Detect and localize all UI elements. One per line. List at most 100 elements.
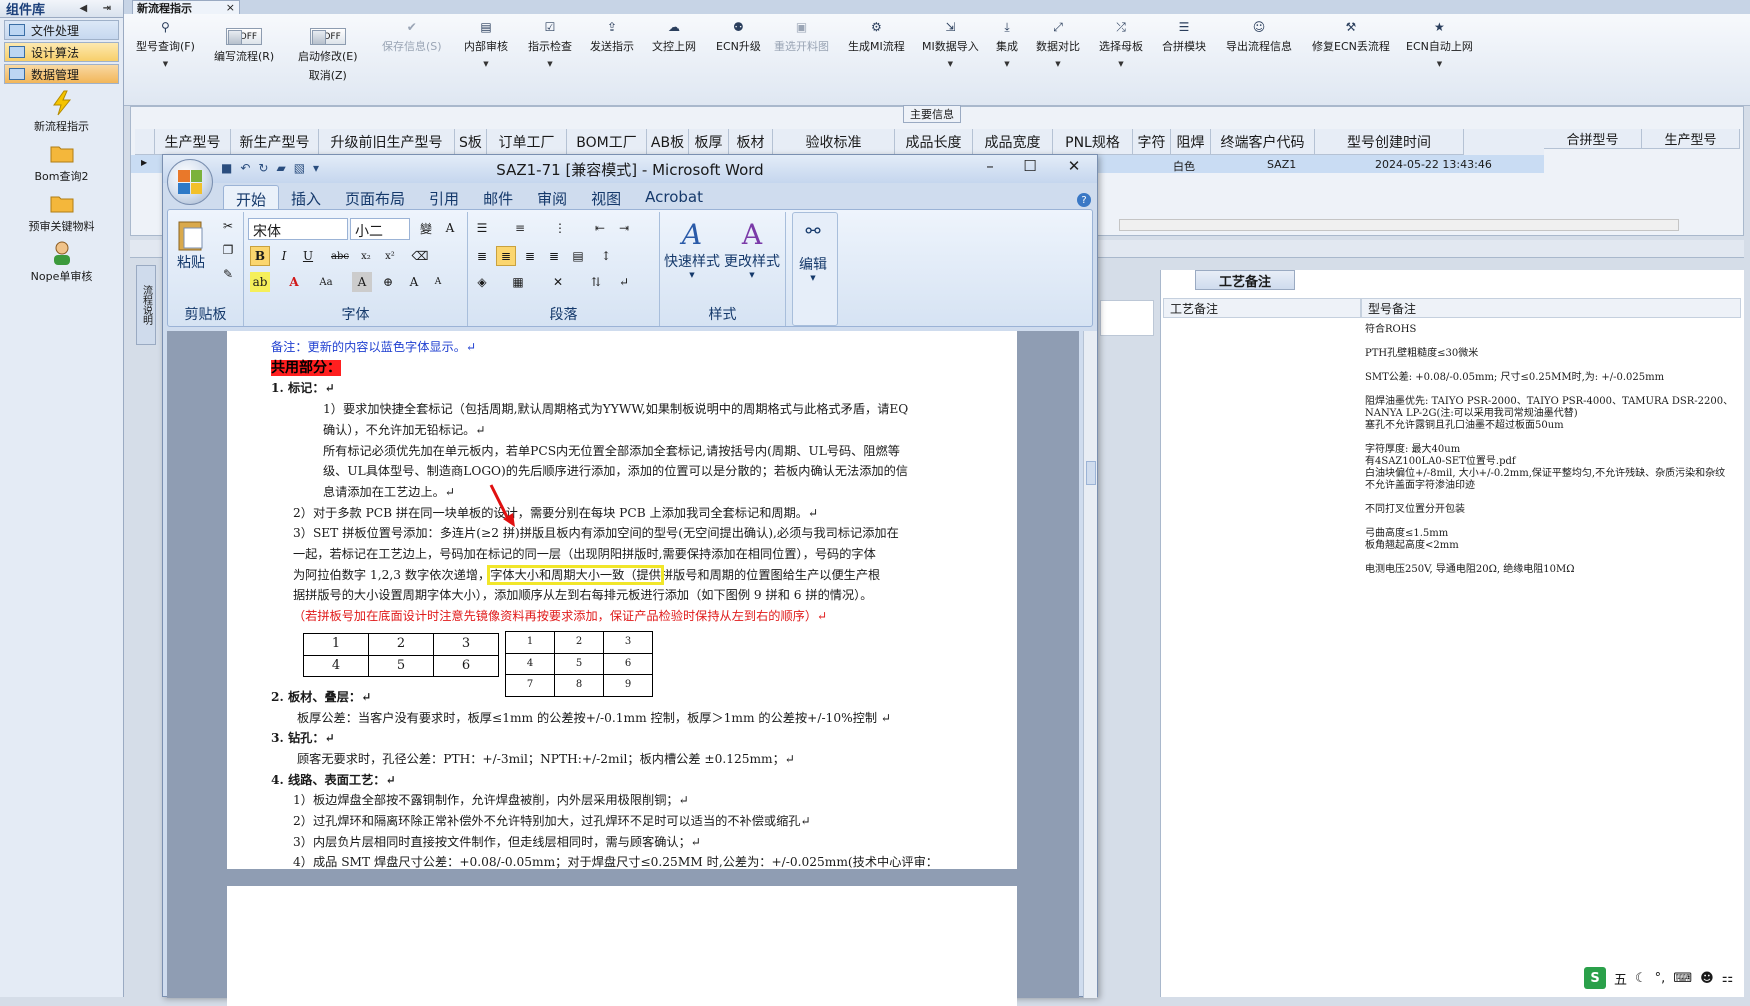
column-header[interactable]: PNL规格 xyxy=(1053,129,1133,155)
clear-format-icon[interactable]: ⌫ xyxy=(410,246,430,266)
tab-new-process[interactable]: 新流程指示 × xyxy=(132,0,240,15)
tool-bom-query[interactable]: Bom查询2 xyxy=(0,140,123,184)
font-size-select[interactable]: 小二 xyxy=(350,218,410,240)
column-header[interactable]: 合拼型号 xyxy=(1544,129,1642,149)
justify-icon[interactable]: ≣ xyxy=(544,246,564,266)
sogou-ime-icon[interactable]: S xyxy=(1584,967,1606,989)
chevron-down-icon[interactable]: ▼ xyxy=(1055,60,1060,68)
change-case-icon[interactable]: Aa xyxy=(316,272,336,292)
multilevel-list-icon[interactable]: ⋮ xyxy=(550,218,570,238)
close-icon[interactable]: ✕ xyxy=(1059,157,1089,175)
ecn-auto-online-button[interactable]: ★ ECN自动上网 ▼ xyxy=(1406,20,1473,68)
model-query-button[interactable]: ⚲ 型号查询(F) ▼ xyxy=(136,20,195,68)
write-process-toggle[interactable]: OFF 编写流程(R) xyxy=(214,28,274,64)
column-header[interactable]: BOM工厂 xyxy=(567,129,647,155)
bullets-icon[interactable]: ☰ xyxy=(472,218,492,238)
column-header[interactable]: 成品长度 xyxy=(895,129,973,155)
tool-new-process[interactable]: 新流程指示 xyxy=(0,90,123,134)
minimize-icon[interactable]: – xyxy=(975,157,1005,175)
shrink-font-icon[interactable]: A xyxy=(428,272,448,292)
highlight-icon[interactable]: ab xyxy=(250,272,270,292)
column-header[interactable]: 验收标准 xyxy=(773,129,895,155)
toggle-switch[interactable]: OFF xyxy=(226,28,263,45)
chinese-layout-icon[interactable]: ✕ xyxy=(548,272,568,292)
send-instruction-button[interactable]: ⇪ 发送指示 xyxy=(590,20,634,54)
increase-indent-icon[interactable]: ⇥ xyxy=(614,218,634,238)
punctuation-icon[interactable]: °, xyxy=(1655,971,1666,986)
export-process-info-button[interactable]: ☺ 导出流程信息 xyxy=(1226,20,1292,54)
sort-icon[interactable]: ⇅ xyxy=(586,272,606,292)
column-header[interactable]: 板材 xyxy=(729,129,773,155)
enclose-char-icon[interactable]: ⊕ xyxy=(378,272,398,292)
office-button[interactable] xyxy=(167,159,213,205)
line-spacing-icon[interactable]: ↕ xyxy=(596,246,616,266)
column-header[interactable]: 订单工厂 xyxy=(487,129,567,155)
doc-control-online-button[interactable]: ☁ 文控上网 xyxy=(652,20,696,54)
save-info-button[interactable]: ✔ 保存信息(S) xyxy=(382,20,442,54)
align-left-icon[interactable]: ≣ xyxy=(472,246,492,266)
align-right-icon[interactable]: ≣ xyxy=(520,246,540,266)
user-icon[interactable]: ☻ xyxy=(1700,971,1714,986)
model-notes-text[interactable]: 符合ROHS PTH孔壁粗糙度≤30微米 SMT公差: +0.08/-0.05m… xyxy=(1365,324,1735,576)
shading-icon[interactable]: ◈ xyxy=(472,272,492,292)
change-styles-button[interactable]: A 更改样式 ▼ xyxy=(724,218,780,279)
moon-icon[interactable]: ☾ xyxy=(1635,971,1647,986)
help-icon[interactable]: ? xyxy=(1077,193,1091,207)
chevron-down-icon[interactable]: ▼ xyxy=(163,60,168,68)
column-header[interactable]: 工艺备注 xyxy=(1163,298,1361,318)
toggle-switch[interactable]: OFF xyxy=(309,28,346,45)
print-icon[interactable]: ▧ xyxy=(294,161,305,175)
tool-nope-review[interactable]: Nope单审核 xyxy=(0,240,123,284)
select-motherboard-button[interactable]: ⤮ 选择母板 ▼ xyxy=(1099,20,1143,69)
undo-icon[interactable]: ↶ xyxy=(240,161,250,175)
column-header[interactable]: 字符 xyxy=(1133,129,1171,155)
strikethrough-icon[interactable]: abc xyxy=(330,246,350,266)
chevron-down-icon[interactable]: ▼ xyxy=(1437,60,1442,68)
column-header[interactable]: 阻焊 xyxy=(1171,129,1211,155)
column-header[interactable]: 板厚 xyxy=(689,129,729,155)
cut-icon[interactable]: ✂ xyxy=(218,216,238,236)
numbering-icon[interactable]: ≡ xyxy=(510,218,530,238)
vertical-tab[interactable]: 流程说明 xyxy=(136,265,156,345)
chevron-down-icon[interactable]: ▼ xyxy=(483,60,488,68)
panel-nav-arrows[interactable]: ◀ ⇥ xyxy=(79,3,117,14)
merge-module-button[interactable]: ☰ 合拼模块 xyxy=(1162,20,1206,54)
save-icon[interactable]: ■ xyxy=(221,161,232,175)
tab-mailings[interactable]: 邮件 xyxy=(471,185,525,209)
column-header[interactable]: 型号备注 xyxy=(1361,298,1741,318)
char-border-icon[interactable]: A xyxy=(440,218,460,238)
close-icon[interactable]: × xyxy=(226,1,235,14)
column-header[interactable]: 生产型号 xyxy=(155,129,231,155)
internal-review-button[interactable]: ▤ 内部审核 ▼ xyxy=(464,20,508,68)
copy-icon[interactable]: ❐ xyxy=(218,240,238,260)
column-header[interactable]: 型号创建时间 xyxy=(1315,129,1464,155)
align-center-icon[interactable]: ≣ xyxy=(496,246,516,266)
document-content[interactable]: 备注：更新的内容以蓝色字体显示。↵ 共用部分： 1. 标记：↵ 1）要求加快捷全… xyxy=(271,337,971,873)
chevron-down-icon[interactable]: ▼ xyxy=(948,60,953,68)
tab-page-layout[interactable]: 页面布局 xyxy=(333,185,417,209)
open-folder-icon[interactable]: ▰ xyxy=(276,161,285,175)
distributed-icon[interactable]: ▤ xyxy=(568,246,588,266)
borders-icon[interactable]: ▦ xyxy=(508,272,528,292)
start-modify-toggle[interactable]: OFF 启动修改(E) 取消(Z) xyxy=(298,28,358,83)
decrease-indent-icon[interactable]: ⇤ xyxy=(590,218,610,238)
chevron-down-icon[interactable]: ▼ xyxy=(1118,60,1123,68)
tab-acrobat[interactable]: Acrobat xyxy=(633,185,715,209)
keyboard-icon[interactable]: ⌨ xyxy=(1673,971,1692,986)
tab-view[interactable]: 视图 xyxy=(579,185,633,209)
quick-styles-button[interactable]: A 快速样式 ▼ xyxy=(664,218,720,279)
font-name-select[interactable]: 宋体 xyxy=(248,218,348,240)
instruction-check-button[interactable]: ☑ 指示检查 ▼ xyxy=(528,20,572,68)
tab-references[interactable]: 引用 xyxy=(417,185,471,209)
chevron-down-icon[interactable]: ▼ xyxy=(547,60,552,68)
chevron-down-icon[interactable]: ▼ xyxy=(1004,60,1009,68)
category-file-processing[interactable]: 文件处理 xyxy=(4,20,119,40)
bold-icon[interactable]: B xyxy=(250,246,270,266)
tab-insert[interactable]: 插入 xyxy=(279,185,333,209)
char-shading-icon[interactable]: A xyxy=(352,272,372,292)
column-header[interactable]: 升级前旧生产型号 xyxy=(319,129,455,155)
customize-qat-icon[interactable]: ▾ xyxy=(313,161,319,175)
column-header[interactable]: 成品宽度 xyxy=(973,129,1053,155)
ecn-upgrade-button[interactable]: ⚉ ECN升级 xyxy=(716,20,761,54)
tab-review[interactable]: 审阅 xyxy=(525,185,579,209)
